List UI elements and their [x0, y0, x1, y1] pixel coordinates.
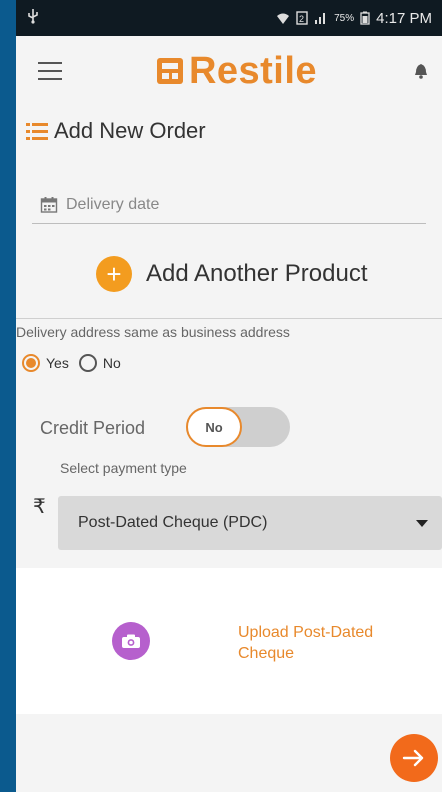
- payment-type-select[interactable]: Post-Dated Cheque (PDC): [58, 496, 442, 550]
- upload-card: Upload Post-Dated Cheque: [16, 568, 442, 714]
- upload-pdc-link[interactable]: Upload Post-Dated Cheque: [238, 622, 428, 664]
- credit-period-label: Credit Period: [40, 418, 146, 438]
- battery-percent: 75%: [334, 12, 355, 24]
- status-bar: 2 75% 4:17 PM: [16, 0, 442, 36]
- calendar-icon: [40, 196, 58, 213]
- delivery-date-placeholder: Delivery date: [66, 195, 160, 213]
- app-bar: Restile: [16, 36, 442, 106]
- svg-text:2: 2: [299, 14, 304, 24]
- address-radio-group: Yes No: [22, 354, 125, 372]
- divider: [16, 318, 442, 319]
- page-header: Add New Order: [16, 106, 442, 156]
- usb-icon: [26, 8, 40, 24]
- rupee-icon: ₹: [33, 496, 46, 518]
- sim-icon: 2: [296, 11, 308, 25]
- bell-icon[interactable]: [410, 60, 432, 82]
- clock: 4:17 PM: [376, 9, 432, 27]
- next-button[interactable]: [390, 734, 438, 782]
- wifi-icon: [276, 11, 290, 25]
- radio-no-label: No: [102, 355, 121, 371]
- brand-name: Restile: [188, 49, 318, 92]
- payment-type-value: Post-Dated Cheque (PDC): [78, 514, 268, 531]
- radio-no[interactable]: [78, 354, 97, 372]
- phone-screen: 2 75% 4:17 PM Restile Add New Order Deli…: [16, 0, 442, 792]
- add-product-label: Add Another Product: [146, 260, 368, 287]
- camera-icon[interactable]: [112, 622, 150, 660]
- delivery-date-field[interactable]: Delivery date: [32, 186, 426, 224]
- arrow-right-icon: [402, 749, 424, 767]
- caret-down-icon: [416, 519, 428, 527]
- address-question: Delivery address same as business addres…: [16, 324, 290, 340]
- add-another-product-button[interactable]: + Add Another Product: [96, 256, 367, 292]
- restile-logo-icon: [156, 58, 183, 84]
- hamburger-menu-icon[interactable]: [38, 62, 62, 80]
- radio-yes[interactable]: [22, 354, 40, 372]
- list-icon: [26, 122, 48, 140]
- radio-yes-label: Yes: [46, 355, 69, 371]
- signal-icon: [314, 11, 328, 25]
- payment-type-label: Select payment type: [60, 460, 187, 476]
- page-title: Add New Order: [54, 118, 206, 143]
- credit-period-toggle[interactable]: No: [186, 407, 290, 447]
- brand-logo: Restile: [62, 50, 410, 93]
- plus-icon: +: [96, 256, 132, 292]
- battery-icon: [360, 11, 370, 25]
- toggle-knob: No: [186, 407, 242, 447]
